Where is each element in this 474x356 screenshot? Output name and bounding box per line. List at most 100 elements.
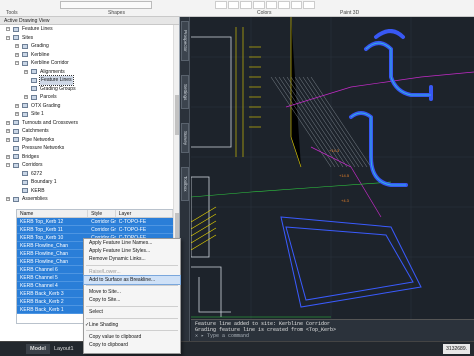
list-header: Name Style Layer [17, 210, 173, 218]
expand-icon[interactable]: + [15, 44, 19, 48]
expand-icon[interactable]: + [24, 95, 28, 99]
tree-item-label: Grading [31, 43, 49, 49]
tree-item[interactable]: + Parcels [0, 93, 174, 102]
collapse-icon[interactable]: − [6, 35, 10, 40]
command-line[interactable]: Feature line added to site: Kerbline Cor… [191, 319, 474, 341]
collection-icon [13, 137, 19, 142]
menu-item-label: Copy value to clipboard [89, 333, 142, 340]
collection-icon [22, 171, 28, 176]
palette-side-tabs: Prospector Settings Survey Toolbox [180, 17, 190, 341]
shapes-gallery[interactable] [60, 1, 152, 9]
tab-survey[interactable]: Survey [181, 123, 189, 153]
tree-item-label: OTX Grading [31, 102, 61, 109]
prospector-tree[interactable]: − Feature Lines − Sites + Grading + Kerbline − Ke… [0, 25, 174, 225]
tree-item[interactable]: KERB [0, 187, 174, 196]
column-name[interactable]: Name [17, 210, 89, 217]
column-style[interactable]: Style [88, 210, 116, 217]
menu-item[interactable]: Select [84, 308, 180, 316]
tree-item-label: Turnouts and Crossovers [22, 119, 78, 126]
context-menu: Apply Feature Line Names... Apply Feature… [83, 238, 181, 354]
menu-separator [86, 318, 178, 319]
collection-icon [22, 60, 28, 66]
menu-item: Raise/Lower... [84, 268, 180, 276]
command-input[interactable]: Type a command [207, 333, 249, 339]
tree-item-label: Parcels [40, 94, 57, 100]
tab-settings[interactable]: Settings [181, 75, 189, 109]
tree-item[interactable]: + Alignments [0, 68, 174, 77]
tab-toolbox[interactable]: Toolbox [181, 167, 189, 201]
cell-name: KERB Channel 4 [20, 283, 58, 289]
expand-icon[interactable]: + [15, 52, 19, 57]
tree-item-label: Pipe Networks [22, 136, 55, 143]
menu-item[interactable]: Copy value to clipboard [84, 333, 180, 341]
coordinate-readout: 3132689. [443, 344, 470, 354]
menu-item[interactable]: Apply Feature Line Names... [84, 239, 180, 247]
tree-scrollbar[interactable] [173, 25, 179, 225]
expand-icon[interactable]: + [6, 137, 10, 142]
expand-icon[interactable]: + [15, 103, 19, 108]
expand-icon[interactable]: + [6, 197, 10, 201]
menu-item[interactable]: Move to Site... [84, 288, 180, 296]
tree-item[interactable]: + Site 1 [0, 110, 174, 119]
menu-item[interactable]: Remove Dynamic Links... [84, 255, 180, 263]
expand-icon[interactable]: + [6, 129, 10, 133]
menu-item[interactable]: Apply Feature Line Styles... [84, 247, 180, 255]
tree-item[interactable]: Grading Groups [0, 85, 174, 94]
tree-item[interactable]: − Sites [0, 34, 174, 43]
paint3d-label[interactable]: Paint 3D [340, 10, 359, 16]
tree-item[interactable]: 6272 [0, 170, 174, 179]
expand-icon[interactable]: + [6, 120, 10, 125]
tree-item-label: Grading Groups [40, 85, 76, 92]
tools-group-label: Tools [6, 10, 18, 16]
tab-layout1[interactable]: Layout1 [50, 344, 78, 354]
tree-item[interactable]: + Turnouts and Crossovers [0, 119, 174, 128]
svg-text:+14.3: +14.3 [329, 148, 340, 153]
drawing-canvas[interactable]: +14.3 +14.5 +4.3 [191, 17, 474, 319]
tree-item-label: Alignments [40, 68, 65, 75]
tree-item[interactable]: Boundary 1 [0, 178, 174, 187]
tab-model[interactable]: Model [26, 344, 50, 354]
tree-item-label: Boundary 1 [31, 179, 57, 185]
tree-item[interactable]: + Grading [0, 42, 174, 51]
cell-name: KERB Back_Kerb 1 [20, 307, 64, 313]
collapse-icon[interactable]: − [6, 27, 10, 31]
menu-item[interactable]: ✓ Line Shading [84, 321, 180, 329]
collapse-icon[interactable]: − [15, 61, 19, 65]
tree-item[interactable]: Pressure Networks [0, 144, 174, 153]
tree-item[interactable]: + Bridges [0, 153, 174, 162]
command-close-icon[interactable]: ✕ ▸ [195, 333, 207, 339]
ribbon: Tools Shapes Colors Paint 3D [0, 0, 474, 17]
expand-icon[interactable]: + [6, 154, 10, 159]
tree-item[interactable]: + Catchments [0, 127, 174, 136]
svg-text:+14.5: +14.5 [339, 173, 350, 178]
menu-item[interactable]: Copy to clipboard [84, 341, 180, 349]
drawing-svg: +14.3 +14.5 +4.3 [191, 17, 474, 319]
panel-title: Active Drawing View [0, 17, 179, 25]
collection-icon [31, 69, 37, 74]
colors-palette[interactable] [215, 1, 315, 9]
menu-item-label: Copy to clipboard [89, 341, 128, 348]
tree-item[interactable]: + OTX Grading [0, 102, 174, 111]
expand-icon[interactable]: + [15, 112, 19, 116]
list-row[interactable]: KERB Top_Kerb 11 Corridor Gr...C-TOPO-FE [17, 226, 173, 234]
column-layer[interactable]: Layer [116, 210, 173, 217]
tab-prospector[interactable]: Prospector [181, 21, 189, 61]
tree-item[interactable]: + Pipe Networks [0, 136, 174, 145]
cell-name: KERB Channel 5 [20, 275, 58, 281]
expand-icon[interactable]: + [24, 69, 28, 74]
menu-item-label: Line Shading [89, 321, 119, 328]
tree-item[interactable]: − Feature Lines [0, 25, 174, 34]
menu-separator [86, 330, 178, 332]
tree-item[interactable]: − Corridors [0, 161, 174, 170]
cell-name: KERB Top_Kerb 11 [20, 227, 63, 233]
list-row[interactable]: KERB Top_Kerb 12 Corridor Gr...C-TOPO-FE [17, 218, 173, 226]
menu-item[interactable]: Copy to Site... [84, 296, 180, 304]
collection-icon [22, 111, 28, 117]
tree-item[interactable]: Feature Lines [0, 75, 174, 86]
tree-item[interactable]: − Kerbline Corridor [0, 59, 174, 68]
tree-item-label: Feature Lines [39, 75, 74, 86]
menu-item[interactable]: Add to Surface as Breakline... [83, 274, 181, 285]
tree-item[interactable]: + Kerbline [0, 51, 174, 60]
tree-item[interactable]: + Assemblies [0, 195, 174, 204]
collapse-icon[interactable]: − [6, 163, 10, 167]
